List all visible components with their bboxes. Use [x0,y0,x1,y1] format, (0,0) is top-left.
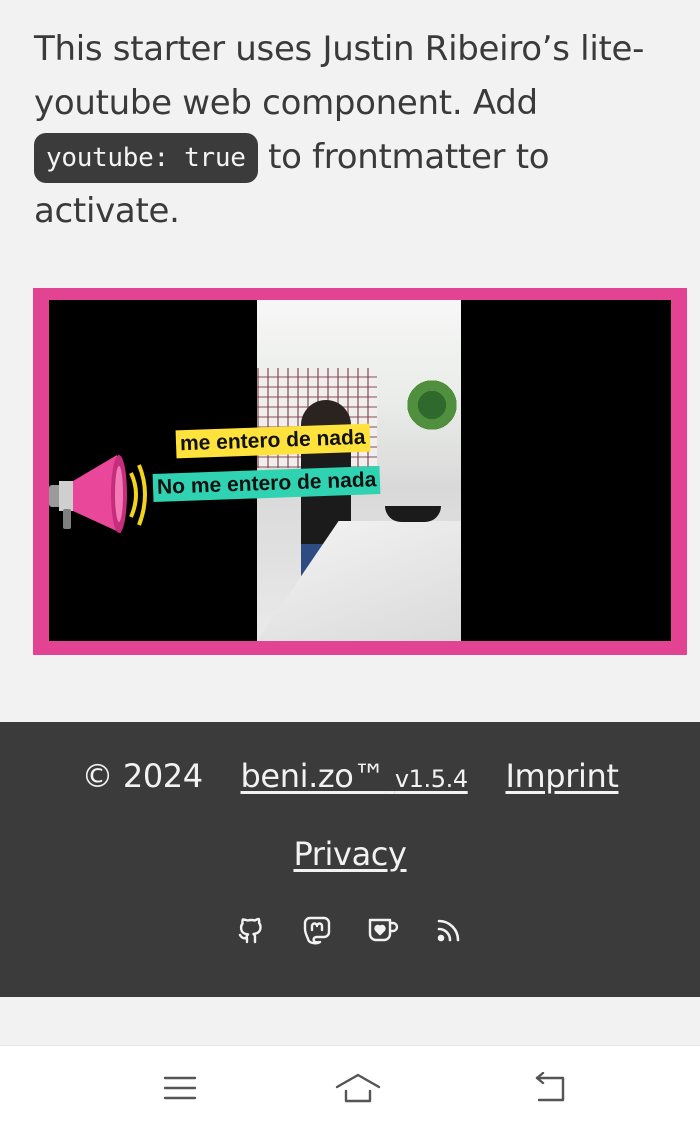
imprint-link[interactable]: Imprint [505,757,618,795]
menu-icon[interactable] [155,1066,205,1110]
thumbnail-pan [385,506,441,522]
frontmatter-code: youtube: true [34,133,258,183]
system-navigation-bar [0,1045,700,1128]
thumbnail-plant [407,380,457,430]
page: This starter uses Justin Ribeiro’s lite-… [0,0,700,1128]
intro-paragraph: This starter uses Justin Ribeiro’s lite-… [34,22,674,238]
github-icon[interactable] [233,912,269,948]
footer-privacy-row: Privacy [0,830,700,878]
video-player[interactable]: me entero de nada No me entero de nada [49,300,671,641]
back-icon[interactable] [524,1066,574,1110]
brand-version-link[interactable]: beni.zo™ v1.5.4 [240,757,469,795]
megaphone-icon [49,455,147,533]
mastodon-icon[interactable] [299,912,335,948]
youtube-embed[interactable]: me entero de nada No me entero de nada [33,288,687,655]
home-icon[interactable] [333,1066,383,1110]
site-footer: © 2024 beni.zo™ v1.5.4 Imprint Privacy [0,722,700,997]
social-icons [0,912,700,948]
intro-text-before: This starter uses Justin Ribeiro’s lite-… [34,29,645,123]
thumbnail-counter [257,521,461,641]
footer-links-row: © 2024 beni.zo™ v1.5.4 Imprint [0,752,700,803]
privacy-link[interactable]: Privacy [293,835,406,873]
copyright-text: © 2024 [81,757,204,795]
version-label: v1.5.4 [394,765,468,793]
kofi-icon[interactable] [365,912,401,948]
rss-icon[interactable] [431,912,467,948]
brand-name: beni.zo™ [240,757,386,795]
